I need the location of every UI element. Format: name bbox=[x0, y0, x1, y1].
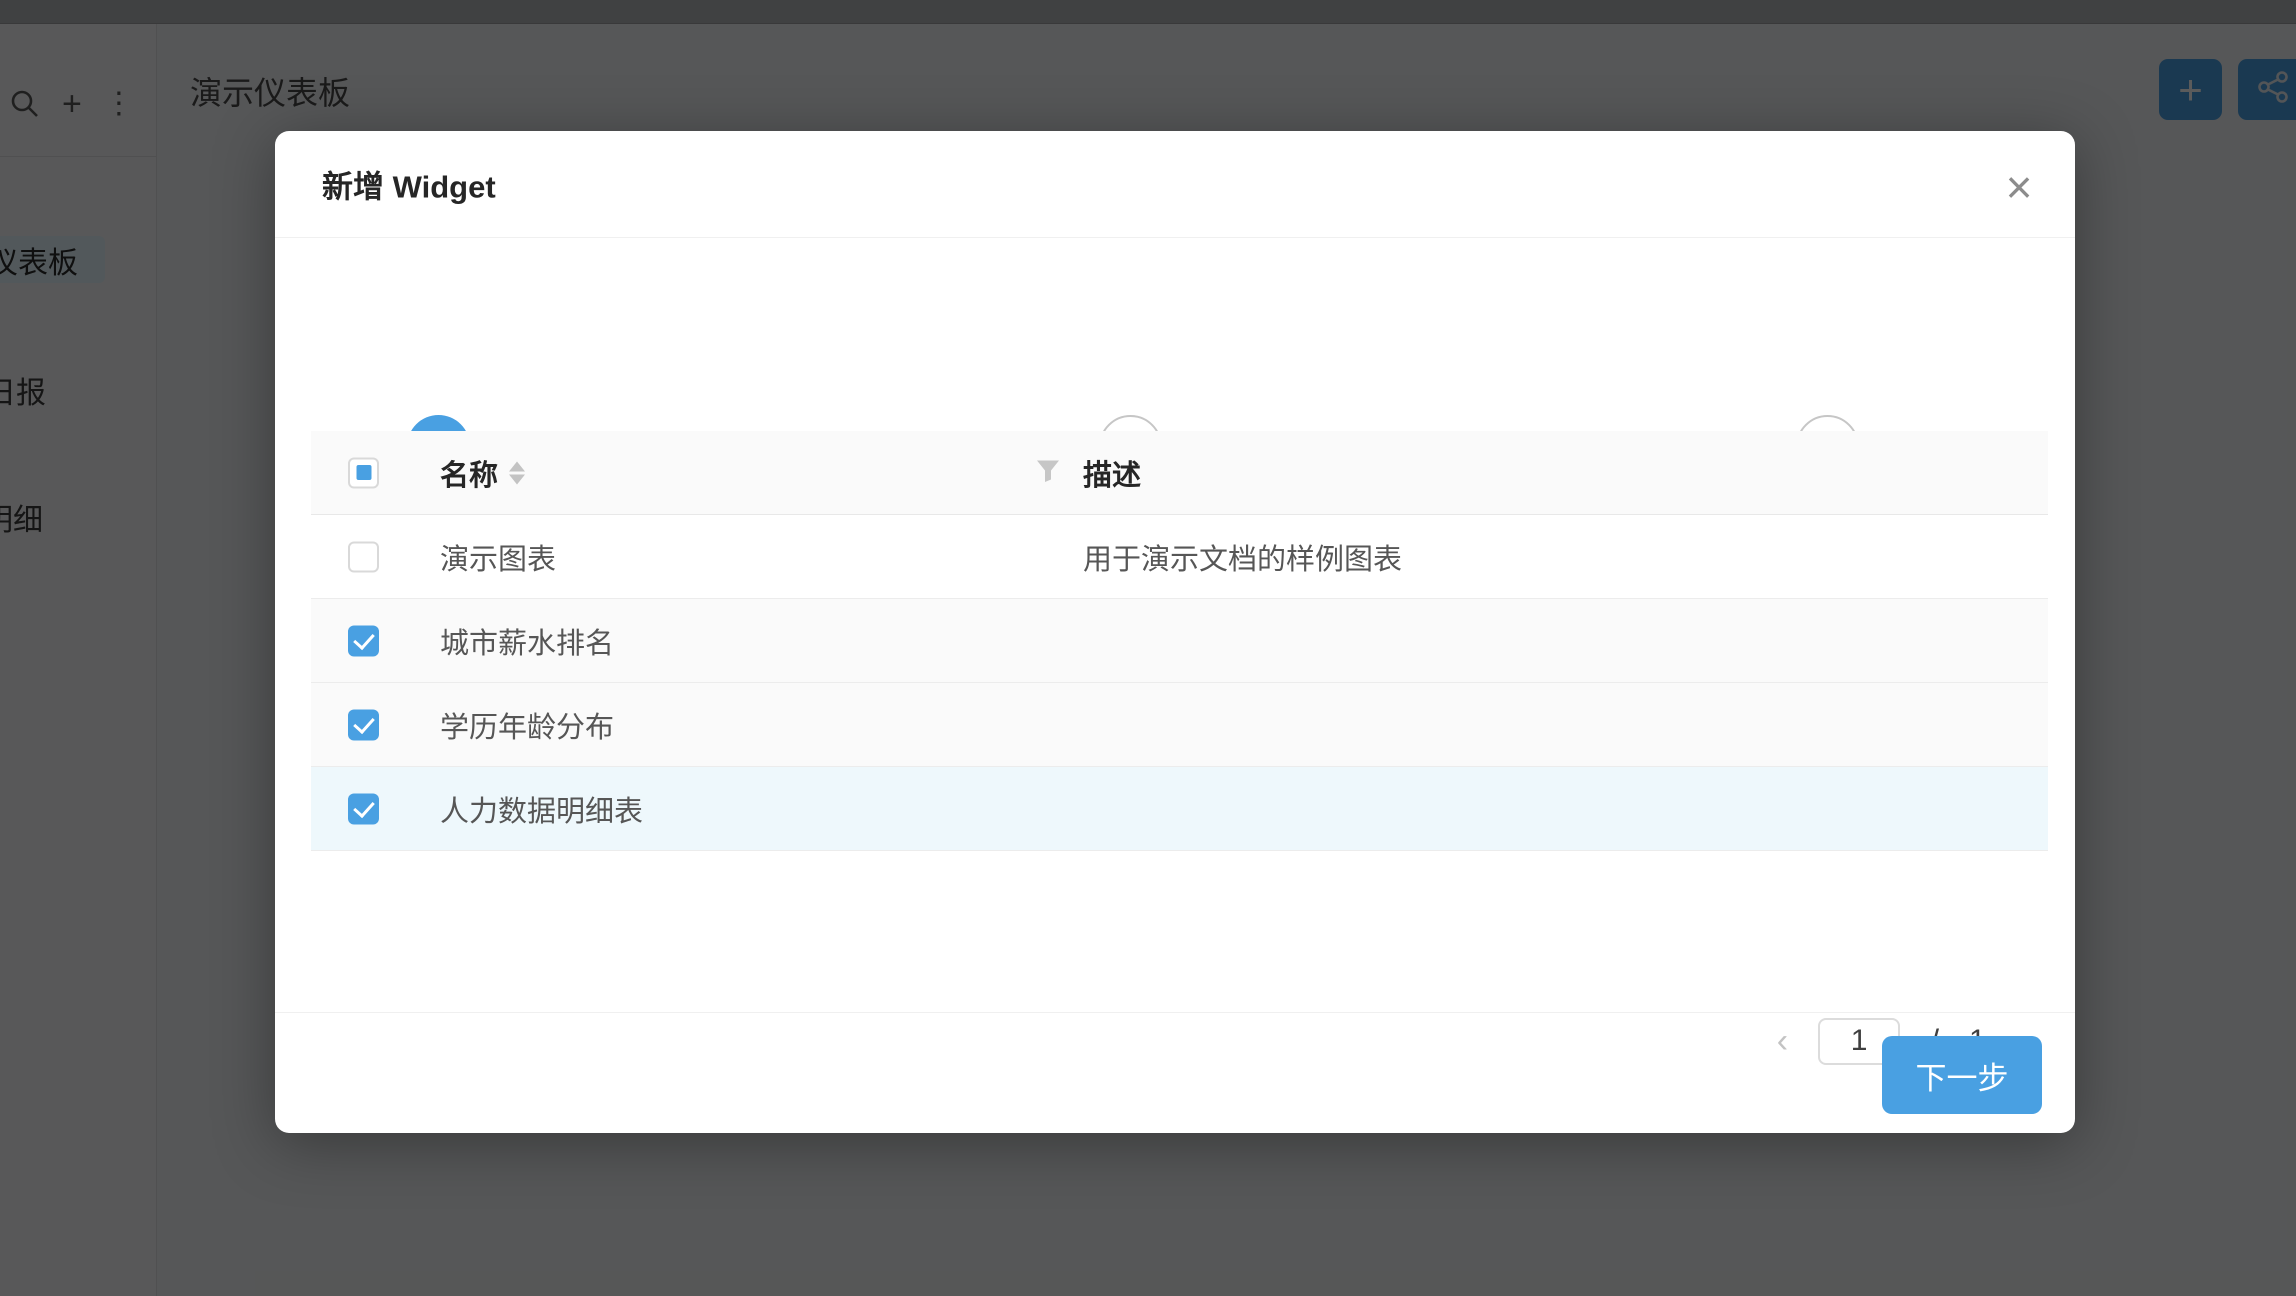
close-icon[interactable]: × bbox=[1991, 159, 2047, 215]
stepper: 1 Widget 2 数据更新 3 完成 bbox=[275, 238, 2075, 431]
table-row[interactable]: 演示图表 用于演示文档的样例图表 bbox=[311, 515, 2048, 599]
table-row[interactable]: 城市薪水排名 bbox=[311, 599, 2048, 683]
sort-icon[interactable] bbox=[509, 461, 525, 484]
table-row[interactable]: 人力数据明细表 bbox=[311, 767, 2048, 851]
modal-title: 新增 Widget bbox=[322, 162, 496, 207]
row-name: 人力数据明细表 bbox=[440, 788, 643, 830]
row-name: 城市薪水排名 bbox=[440, 620, 614, 662]
modal-header: 新增 Widget × bbox=[275, 131, 2075, 238]
row-checkbox-checked[interactable] bbox=[348, 793, 379, 824]
select-all-checkbox[interactable] bbox=[348, 457, 379, 488]
modal-footer: 下一步 bbox=[275, 1012, 2075, 1133]
row-desc: 用于演示文档的样例图表 bbox=[1083, 536, 1402, 578]
table-header-row: 名称 描述 bbox=[311, 431, 2048, 515]
screen: + ⋮ 仪表板 日报 明细 演示仪表板 + bbox=[0, 0, 2296, 1296]
next-step-button[interactable]: 下一步 bbox=[1882, 1036, 2042, 1114]
column-header-desc: 描述 bbox=[1083, 452, 1141, 494]
row-checkbox-checked[interactable] bbox=[348, 709, 379, 740]
add-widget-modal: 新增 Widget × 1 Widget 2 数据更新 3 完成 名称 bbox=[275, 131, 2075, 1133]
filter-icon[interactable] bbox=[1034, 456, 1062, 489]
widget-table: 名称 描述 演示图表 用于演示文档的样例图表 城市薪水排名 bbox=[311, 431, 2048, 851]
table-row[interactable]: 学历年龄分布 bbox=[311, 683, 2048, 767]
row-checkbox-unchecked[interactable] bbox=[348, 541, 379, 572]
row-checkbox-checked[interactable] bbox=[348, 625, 379, 656]
row-name: 演示图表 bbox=[440, 536, 556, 578]
row-name: 学历年龄分布 bbox=[440, 704, 614, 746]
column-header-name[interactable]: 名称 bbox=[440, 452, 498, 494]
